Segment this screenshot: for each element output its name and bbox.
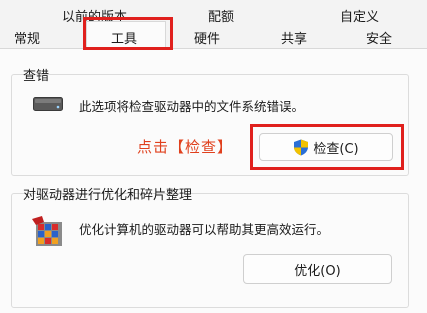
tab-highlight-box (83, 17, 173, 50)
tab-hardware[interactable]: 硬件 (194, 28, 220, 47)
optimize-title: 对驱动器进行优化和碎片整理 (23, 188, 193, 203)
check-button[interactable]: 检查(C) (259, 133, 393, 161)
check-button-label: 检查(C) (313, 141, 359, 157)
drive-icon (33, 97, 63, 111)
optimize-button-label: 优化(O) (294, 263, 341, 279)
tab-row-top: 以前的版本 配额 自定义 (0, 4, 427, 25)
optimize-description: 优化计算机的驱动器可以帮助其更高效运行。 (79, 222, 330, 237)
error-check-description: 此选项将检查驱动器中的文件系统错误。 (79, 99, 305, 114)
defrag-icon (32, 216, 62, 246)
optimize-button[interactable]: 优化(O) (243, 254, 392, 284)
tab-security[interactable]: 安全 (366, 28, 392, 47)
error-check-title: 查错 (23, 69, 50, 84)
tab-row-bottom: 常规 硬件 共享 安全 (0, 26, 427, 47)
tab-customize[interactable]: 自定义 (340, 6, 379, 25)
tab-sharing[interactable]: 共享 (281, 28, 307, 47)
click-check-annotation: 点击【检查】 (137, 138, 234, 156)
shield-icon (294, 139, 309, 155)
optimize-group (11, 193, 409, 308)
tab-general[interactable]: 常规 (14, 28, 40, 47)
tab-quota[interactable]: 配额 (208, 6, 234, 25)
